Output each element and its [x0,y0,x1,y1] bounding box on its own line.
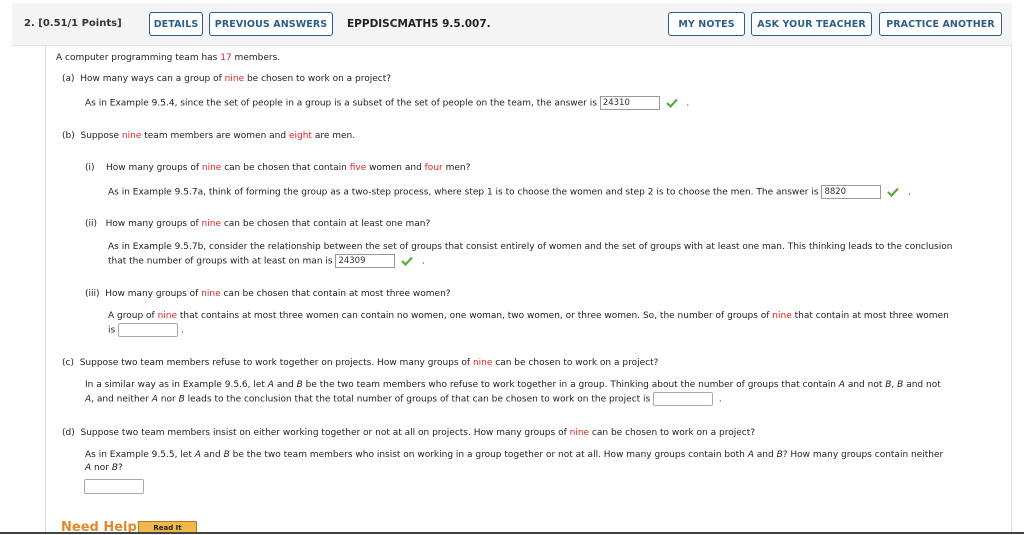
previous-answers-button[interactable]: PREVIOUS ANSWERS [209,12,333,36]
part-a-question: (a) How many ways can a group of nine be… [62,74,392,84]
part-d-question: (d) Suppose two team members insist on e… [62,428,756,438]
details-button[interactable]: DETAILS [149,12,203,36]
part-c-question: (c) Suppose two team members refuse to w… [62,358,659,368]
part-b-ii-question: (ii) How many groups of nine can be chos… [85,219,431,229]
answer-input-b-iii[interactable] [118,323,179,337]
answer-input-b-ii[interactable]: 24309 [335,254,396,268]
part-d-hint: As in Example 9.5.5, let A and B be the … [85,450,944,460]
answer-input-c[interactable] [653,392,714,406]
question-header: 2. [0.51/1 Points] DETAILS PREVIOUS ANSW… [12,3,1012,46]
part-c-hint-line2: A, and neither A nor B leads to the conc… [85,392,722,406]
answer-input-d[interactable] [84,479,144,494]
problem-code: EPPDISCMATH5 9.5.007. [347,18,491,30]
part-b-i-hint: As in Example 9.5.7a, think of forming t… [108,185,911,199]
part-b-iii-question: (iii) How many groups of nine can be cho… [85,289,451,299]
question-points: 2. [0.51/1 Points] [24,18,122,29]
part-b-iii-hint-line2: is . [108,323,184,337]
part-b-ii-hint: As in Example 9.5.7b, consider the relat… [108,242,953,252]
practice-another-button[interactable]: PRACTICE ANOTHER [879,12,1002,36]
answer-input-b-i[interactable]: 8820 [821,185,882,199]
part-b-i-question: (i) How many groups of nine can be chose… [85,163,471,173]
left-border [45,45,46,534]
check-icon [666,98,678,108]
answer-input-a[interactable]: 24310 [599,96,660,110]
part-b-ii-hint-line2: that the number of groups with at least … [108,254,425,268]
intro-text: A computer programming team has 17 membe… [56,53,281,63]
my-notes-button[interactable]: MY NOTES [668,12,745,36]
ask-your-teacher-button[interactable]: ASK YOUR TEACHER [751,12,872,36]
part-b-iii-hint: A group of nine that contains at most th… [108,311,949,321]
part-a-hint: As in Example 9.5.4, since the set of pe… [85,96,690,110]
part-b-question: (b) Suppose nine team members are women … [62,131,356,141]
check-icon [887,187,900,197]
part-d-hint-line2: A nor B? [85,463,123,473]
part-c-hint: In a similar way as in Example 9.5.6, le… [85,380,941,390]
check-icon [401,256,414,266]
right-scrollbar[interactable] [1011,45,1012,534]
